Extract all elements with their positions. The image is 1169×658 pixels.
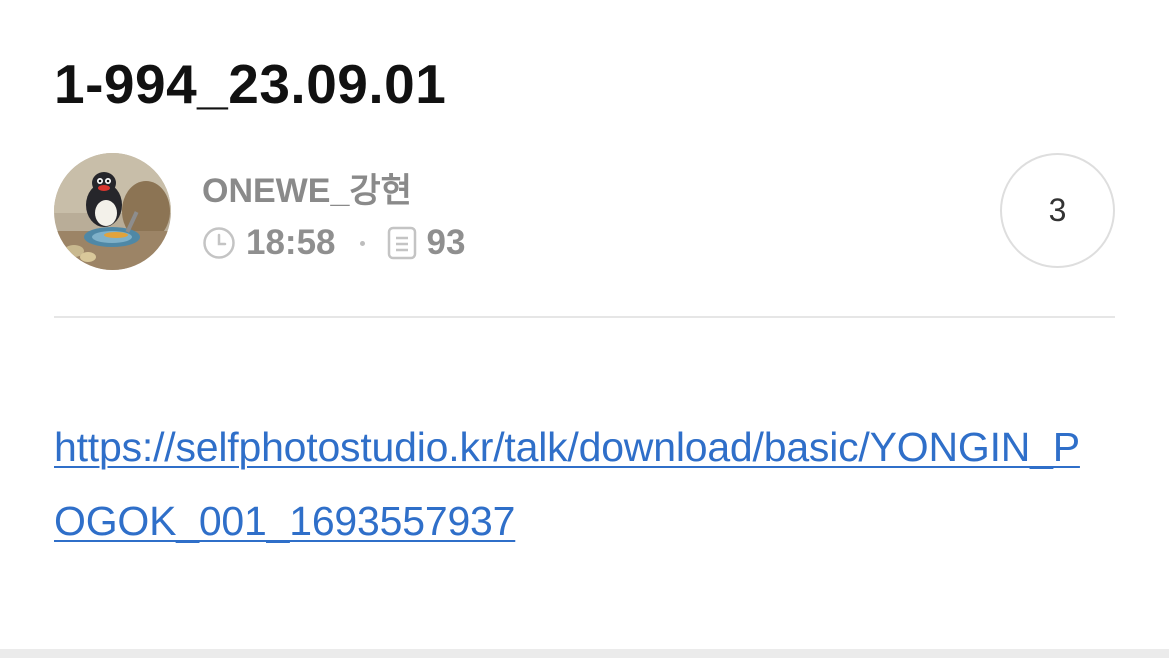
post-time: 18:58 bbox=[246, 223, 336, 262]
post-body: https://selfphotostudio.kr/talk/download… bbox=[54, 410, 1094, 558]
author-avatar[interactable] bbox=[54, 153, 171, 270]
post-title: 1-994_23.09.01 bbox=[54, 53, 447, 115]
document-icon bbox=[387, 226, 417, 260]
author-name[interactable]: ONEWE_강현 bbox=[202, 163, 412, 212]
download-link[interactable]: https://selfphotostudio.kr/talk/download… bbox=[54, 410, 1094, 558]
penguin-avatar-icon bbox=[54, 153, 171, 270]
clock-icon bbox=[202, 226, 236, 260]
bottom-divider bbox=[0, 649, 1169, 658]
header-divider bbox=[54, 316, 1115, 318]
comment-count-button[interactable]: 3 bbox=[1000, 153, 1115, 268]
post-view: 1-994_23.09.01 ONEWE_강현 18:58 93 3 https… bbox=[0, 0, 1169, 658]
view-count: 93 bbox=[426, 223, 466, 262]
meta-separator bbox=[359, 240, 365, 246]
post-meta: 18:58 93 bbox=[202, 221, 465, 265]
